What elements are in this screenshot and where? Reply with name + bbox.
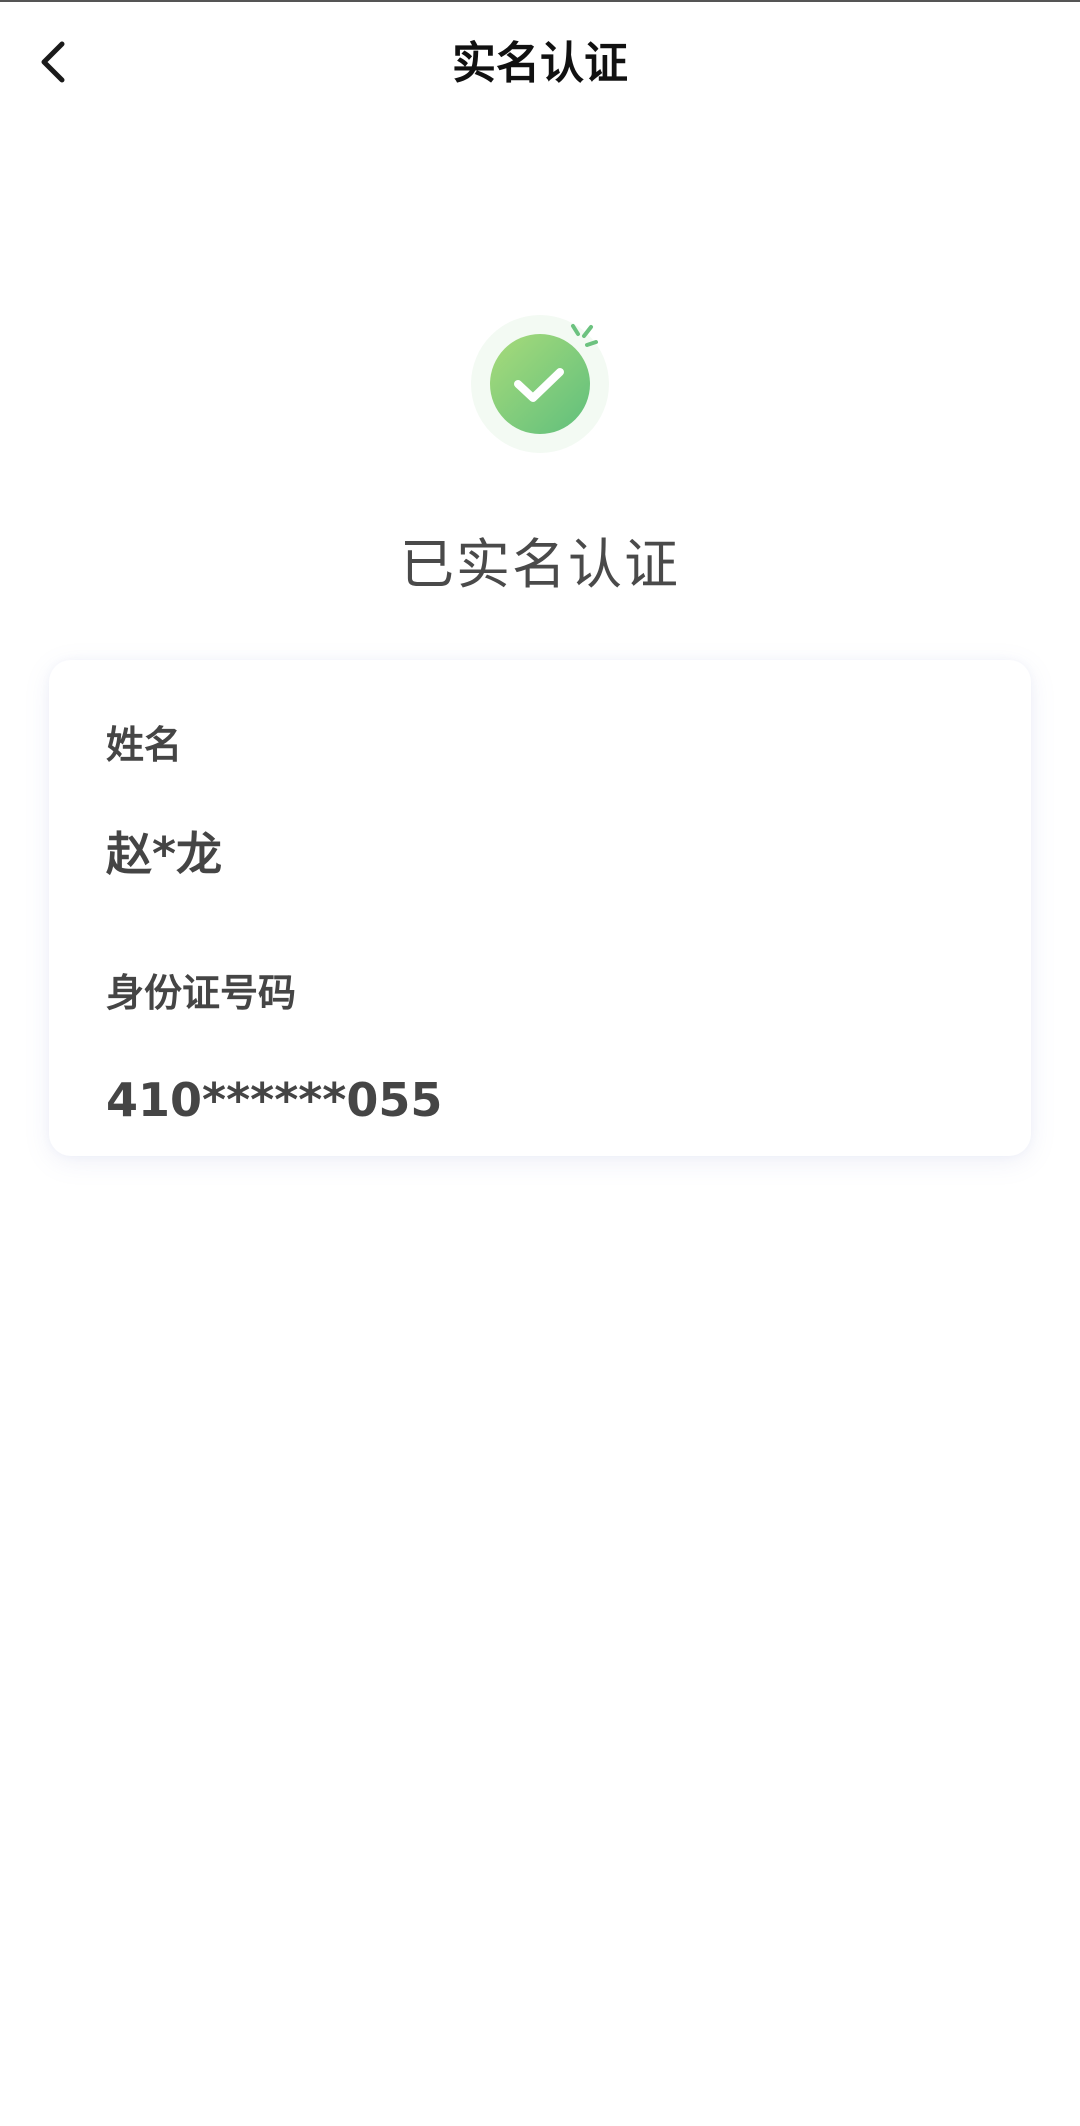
id-number-label: 身份证号码	[106, 971, 297, 1015]
id-number-value: 410******055	[106, 1073, 443, 1127]
header: 实名认证	[0, 2, 1080, 130]
identity-info-card: 姓名 赵*龙 身份证号码 410******055	[49, 660, 1031, 1156]
realname-page: 实名认证 已实名认证 姓名 赵*龙 身份证号码 410******055	[0, 0, 1080, 2126]
name-label: 姓名	[106, 723, 183, 767]
status-badge	[470, 312, 612, 454]
name-value: 赵*龙	[106, 827, 223, 881]
check-circle-icon	[471, 315, 609, 453]
verification-status-text: 已实名认证	[400, 533, 680, 596]
page-title: 实名认证	[452, 38, 628, 89]
